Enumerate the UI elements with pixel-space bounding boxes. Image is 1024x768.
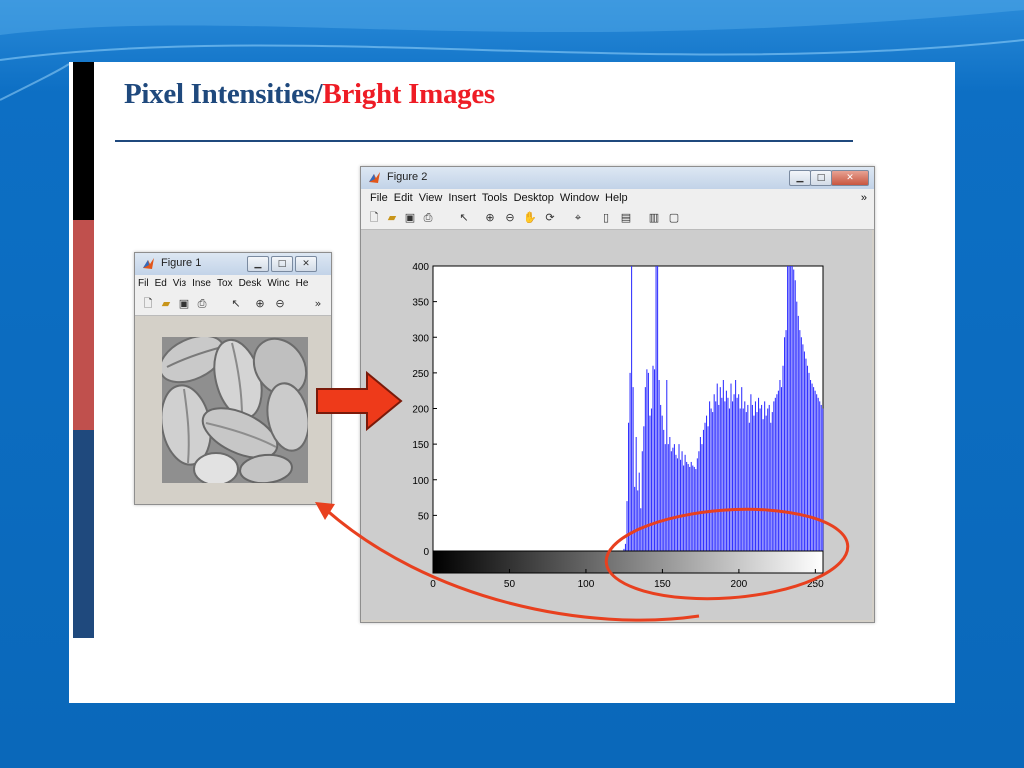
toolbar-overflow[interactable]: »	[311, 297, 325, 311]
save-icon[interactable]: ▣	[177, 297, 191, 311]
y-tick-label: 250	[412, 369, 429, 380]
zoom-out-icon[interactable]: ⊖	[503, 211, 517, 225]
new-file-icon[interactable]: 🗋	[141, 297, 155, 311]
y-tick-label: 100	[412, 476, 429, 487]
close-button[interactable]: ✕	[295, 256, 317, 272]
new-file-icon[interactable]: 🗋	[367, 211, 381, 225]
matlab-logo-icon	[369, 172, 380, 183]
figure2-toolbar: 🗋 ▰ ▣ ⎙ ↖ ⊕ ⊖ ✋ ⟳ ⌖ ▯ ▤ ▥ ▢	[361, 207, 874, 230]
close-button[interactable]: ✕	[831, 170, 869, 186]
y-tick-label: 300	[412, 333, 429, 344]
slide-title-part1: Pixel Intensities/	[124, 78, 323, 110]
zoom-in-icon[interactable]: ⊕	[253, 297, 267, 311]
y-tick-label: 400	[412, 262, 429, 273]
figure2-titlebar[interactable]: Figure 2 ▁ □ ✕	[361, 167, 874, 189]
menu-overflow[interactable]: »	[858, 189, 870, 204]
arrow-right-icon	[316, 371, 403, 431]
maximize-button[interactable]: □	[271, 256, 293, 272]
figure2-menubar: File Edit View Insert Tools Desktop Window Help…	[361, 189, 874, 207]
data-cursor-icon[interactable]: ⌖	[571, 211, 585, 225]
menu-view[interactable]: Viз	[170, 275, 189, 289]
slide-canvas: Pixel Intensities/Bright Images Figure 1…	[69, 62, 955, 703]
pointer-icon[interactable]: ↖	[229, 297, 243, 311]
matlab-logo-icon	[143, 258, 154, 269]
menu-insert[interactable]: Insе	[189, 275, 214, 289]
accent-bar-navy	[73, 430, 94, 638]
menu-insert[interactable]: Insert	[445, 189, 479, 204]
show-plot-tools-icon[interactable]: ▢	[667, 211, 681, 225]
menu-tools[interactable]: Tox	[214, 275, 236, 289]
menu-window[interactable]: Winc	[264, 275, 292, 289]
print-icon[interactable]: ⎙	[195, 297, 209, 311]
menu-desktop[interactable]: Desktop	[511, 189, 557, 204]
maximize-button[interactable]: □	[810, 170, 832, 186]
coffee-beans-image	[162, 337, 308, 483]
menu-window[interactable]: Window	[557, 189, 602, 204]
pan-hand-icon[interactable]: ✋	[523, 211, 537, 225]
save-icon[interactable]: ▣	[403, 211, 417, 225]
menu-file[interactable]: File	[367, 189, 391, 204]
hide-plot-tools-icon[interactable]: ▥	[647, 211, 661, 225]
menu-edit[interactable]: Ed	[152, 275, 170, 289]
open-folder-icon[interactable]: ▰	[159, 297, 173, 311]
figure1-menubar: Fil Ed Viз Insе Tox Desk Winc He	[135, 275, 331, 293]
legend-icon[interactable]: ▤	[619, 211, 633, 225]
menu-help[interactable]: He	[293, 275, 312, 289]
figure2-title: Figure 2	[387, 171, 428, 183]
title-underline	[115, 140, 853, 142]
print-icon[interactable]: ⎙	[421, 211, 435, 225]
menu-file[interactable]: Fil	[135, 275, 152, 289]
highlight-annotation	[315, 502, 850, 622]
menu-tools[interactable]: Tools	[479, 189, 511, 204]
zoom-out-icon[interactable]: ⊖	[273, 297, 287, 311]
minimize-button[interactable]: ▁	[247, 256, 269, 272]
rotate-3d-icon[interactable]: ⟳	[543, 211, 557, 225]
menu-view[interactable]: View	[416, 189, 446, 204]
figure1-titlebar[interactable]: Figure 1 ▁ □ ✕	[135, 253, 331, 275]
figure1-title: Figure 1	[161, 257, 202, 269]
menu-desktop[interactable]: Desk	[236, 275, 265, 289]
figure1-window[interactable]: Figure 1 ▁ □ ✕ Fil Ed Viз Insе Tox Desk Winc He…	[134, 252, 332, 505]
y-tick-label: 200	[412, 405, 429, 416]
accent-bar-black	[73, 62, 94, 220]
accent-bar-red	[73, 220, 94, 430]
zoom-in-icon[interactable]: ⊕	[483, 211, 497, 225]
y-tick-label: 150	[412, 440, 429, 451]
colorbar-icon[interactable]: ▯	[599, 211, 613, 225]
pointer-icon[interactable]: ↖	[457, 211, 471, 225]
menu-help[interactable]: Help	[602, 189, 631, 204]
minimize-button[interactable]: ▁	[789, 170, 811, 186]
menu-edit[interactable]: Edit	[391, 189, 416, 204]
open-folder-icon[interactable]: ▰	[385, 211, 399, 225]
slide-title: Pixel Intensities/Bright Images	[124, 78, 495, 111]
figure1-toolbar: 🗋 ▰ ▣ ⎙ ↖ ⊕ ⊖ »	[135, 293, 331, 316]
y-tick-label: 350	[412, 298, 429, 309]
slide-title-part2: Bright Images	[322, 78, 495, 110]
